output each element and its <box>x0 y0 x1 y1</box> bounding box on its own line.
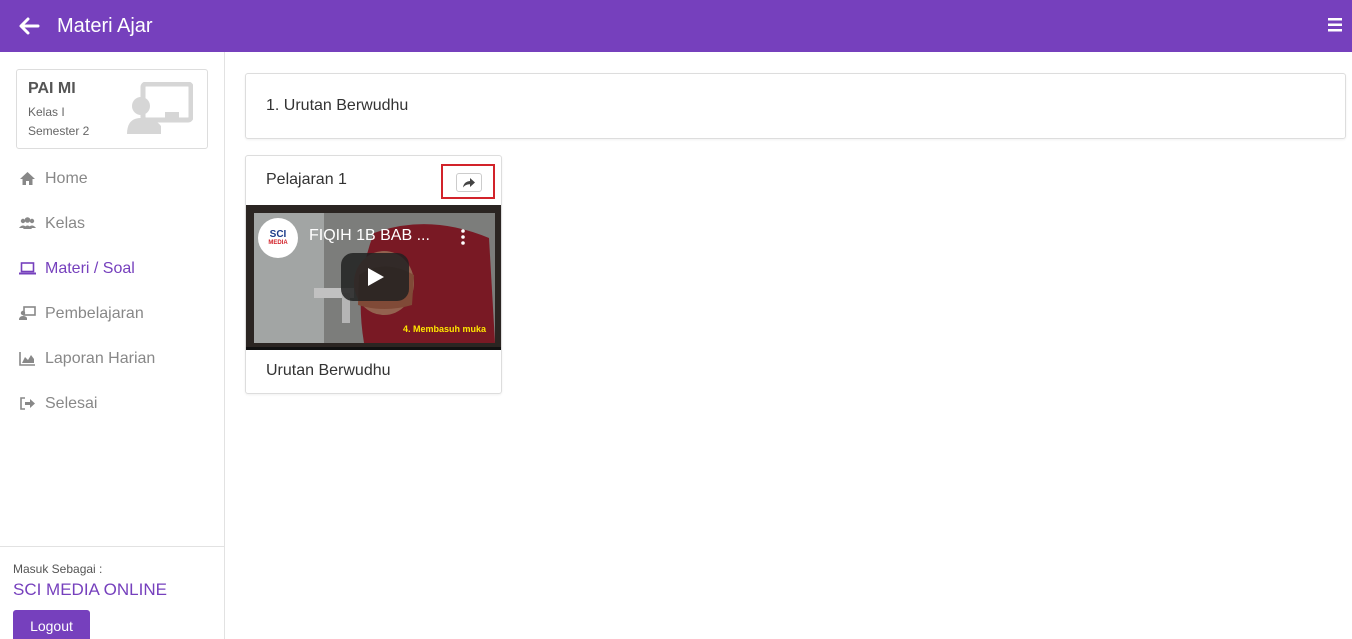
video-caption: 4. Membasuh muka <box>403 324 487 334</box>
share-button[interactable] <box>456 173 482 192</box>
sidebar-item-label: Materi / Soal <box>45 259 135 277</box>
video-title[interactable]: FIQIH 1B BAB ... <box>309 227 430 245</box>
sidebar-item-selesai[interactable]: Selesai <box>0 381 224 426</box>
video-progress-track <box>246 347 501 350</box>
hamburger-icon[interactable] <box>1328 17 1342 33</box>
course-semester: Semester 2 <box>28 124 90 138</box>
lesson-title: Pelajaran 1 <box>266 171 347 188</box>
sidebar-item-label: Home <box>45 169 88 187</box>
sign-out-icon <box>20 397 35 410</box>
share-highlight <box>441 164 495 199</box>
sidebar-item-home[interactable]: Home <box>0 156 224 201</box>
share-icon <box>463 177 475 187</box>
material-heading: 1. Urutan Berwudhu <box>266 97 409 114</box>
more-options-icon[interactable] <box>461 229 465 245</box>
course-name: PAI MI <box>28 80 76 97</box>
lesson-card: Pelajaran 1 SCI MEDIA FIQIH 1B BAB ... 4… <box>245 155 502 394</box>
sidebar-item-materi-soal[interactable]: Materi / Soal <box>0 246 224 291</box>
users-icon <box>19 217 36 229</box>
play-button[interactable] <box>341 253 409 301</box>
course-class: Kelas I <box>28 105 65 119</box>
sidebar-item-label: Selesai <box>45 394 98 412</box>
video-player[interactable]: SCI MEDIA FIQIH 1B BAB ... 4. Membasuh m… <box>246 205 501 350</box>
home-icon <box>20 172 35 185</box>
top-bar: Materi Ajar <box>0 0 1352 52</box>
sidebar-item-pembelajaran[interactable]: Pembelajaran <box>0 291 224 336</box>
page-title: Materi Ajar <box>57 15 153 37</box>
sidebar-nav: Home Kelas Materi / Soal Pembelajaran La… <box>0 156 224 426</box>
logged-in-user: SCI MEDIA ONLINE <box>13 580 167 599</box>
material-heading-card: 1. Urutan Berwudhu <box>245 73 1346 139</box>
sidebar-footer: Masuk Sebagai : SCI MEDIA ONLINE Logout <box>0 546 224 639</box>
logged-in-label: Masuk Sebagai : <box>13 562 103 576</box>
arrow-left-icon[interactable] <box>16 13 42 39</box>
teacher-board-icon <box>127 82 193 134</box>
course-card: PAI MI Kelas I Semester 2 <box>16 69 208 149</box>
lesson-description: Urutan Berwudhu <box>266 362 391 379</box>
laptop-icon <box>19 262 36 275</box>
logout-button[interactable]: Logout <box>13 610 90 639</box>
sidebar-item-label: Laporan Harian <box>45 349 156 367</box>
sidebar-item-label: Pembelajaran <box>45 304 144 322</box>
sidebar: PAI MI Kelas I Semester 2 Home Kelas Mat… <box>0 52 225 639</box>
area-chart-icon <box>19 352 35 366</box>
sidebar-item-laporan-harian[interactable]: Laporan Harian <box>0 336 224 381</box>
teacher-icon <box>19 306 36 320</box>
sidebar-item-label: Kelas <box>45 214 86 232</box>
channel-logo: SCI MEDIA <box>258 218 298 258</box>
sidebar-item-kelas[interactable]: Kelas <box>0 201 224 246</box>
play-icon <box>368 268 384 286</box>
